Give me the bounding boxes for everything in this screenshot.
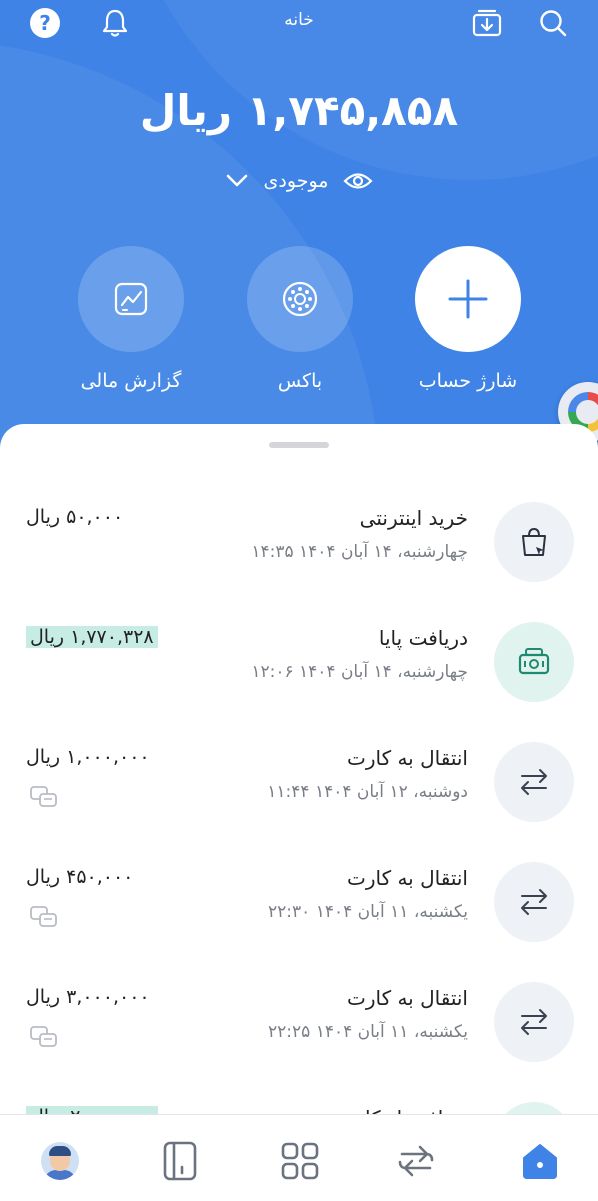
page-title: خانه	[284, 10, 314, 30]
note-icon	[30, 786, 57, 807]
transaction-date: چهارشنبه، ۱۴ آبان ۱۴۰۴ ۱۲:۰۶	[251, 662, 468, 682]
search-icon[interactable]	[536, 6, 570, 40]
balance-row: موجودی	[0, 166, 598, 196]
transfer-icon[interactable]	[394, 1139, 438, 1183]
home-icon[interactable]	[518, 1139, 562, 1183]
transaction-amount: ۴۵۰,۰۰۰ ریال	[26, 866, 134, 888]
note-icon	[30, 906, 57, 927]
drag-handle[interactable]	[269, 442, 329, 448]
transaction-amount: ۱,۰۰۰,۰۰۰ ریال	[26, 746, 150, 768]
charge-account-label: شارژ حساب	[418, 370, 518, 392]
card-icon[interactable]	[158, 1139, 202, 1183]
bank-icon	[494, 622, 574, 702]
transaction-date: یکشنبه، ۱۱ آبان ۱۴۰۴ ۲۲:۳۰	[268, 902, 468, 922]
transfer-arrows-icon	[494, 742, 574, 822]
apps-grid-icon[interactable]	[278, 1139, 322, 1183]
top-bar: ? خانه	[0, 0, 598, 46]
profile-avatar[interactable]	[38, 1139, 82, 1183]
transaction-title: خرید اینترنتی	[359, 506, 468, 530]
box-icon	[247, 246, 353, 352]
box-button[interactable]: باکس	[220, 246, 380, 392]
transfer-arrows-icon	[494, 982, 574, 1062]
download-icon[interactable]	[470, 6, 504, 40]
transaction-date: دوشنبه، ۱۲ آبان ۱۴۰۴ ۱۱:۴۴	[267, 782, 468, 802]
transaction-date: چهارشنبه، ۱۴ آبان ۱۴۰۴ ۱۴:۳۵	[251, 542, 468, 562]
note-icon	[30, 1026, 57, 1047]
avatar	[41, 1142, 79, 1180]
financial-report-label: گزارش مالی	[80, 370, 182, 392]
transaction-row[interactable]: دریافت پایا چهارشنبه، ۱۴ آبان ۱۴۰۴ ۱۲:۰۶…	[0, 606, 598, 726]
transaction-date: یکشنبه، ۱۱ آبان ۱۴۰۴ ۲۲:۲۵	[268, 1022, 468, 1042]
transaction-row[interactable]: انتقال به کارت یکشنبه، ۱۱ آبان ۱۴۰۴ ۲۲:۳…	[0, 846, 598, 966]
transaction-title: انتقال به کارت	[346, 746, 468, 770]
transfer-arrows-icon	[494, 862, 574, 942]
transaction-title: انتقال به کارت	[346, 866, 468, 890]
charge-account-button[interactable]: شارژ حساب	[388, 246, 548, 392]
eye-icon[interactable]	[342, 168, 374, 194]
transaction-row[interactable]: خرید اینترنتی چهارشنبه، ۱۴ آبان ۱۴۰۴ ۱۴:…	[0, 486, 598, 606]
transactions-sheet: خرید اینترنتی چهارشنبه، ۱۴ آبان ۱۴۰۴ ۱۴:…	[0, 424, 598, 1124]
balance-amount: ۱,۷۴۵,۸۵۸ ریال	[139, 86, 459, 135]
header: ? خانه ۱,۷۴۵,۸۵۸ ریال موجودی شارژ حساب ب…	[0, 0, 598, 460]
bottom-navigation	[0, 1114, 598, 1201]
financial-report-button[interactable]: گزارش مالی	[51, 246, 211, 392]
transaction-title: دریافت پایا	[378, 626, 468, 650]
chart-icon	[78, 246, 184, 352]
transaction-amount: ۵۰,۰۰۰ ریال	[26, 506, 124, 528]
transaction-row[interactable]: انتقال به کارت یکشنبه، ۱۱ آبان ۱۴۰۴ ۲۲:۲…	[0, 966, 598, 1086]
balance-label: موجودی	[263, 170, 329, 192]
shopping-bag-icon	[494, 502, 574, 582]
transaction-row[interactable]: انتقال به کارت دوشنبه، ۱۲ آبان ۱۴۰۴ ۱۱:۴…	[0, 726, 598, 846]
plus-icon	[415, 246, 521, 352]
transaction-amount: ۱,۷۷۰,۳۲۸ ریال	[26, 626, 158, 648]
bell-icon[interactable]	[98, 6, 132, 40]
transaction-title: انتقال به کارت	[346, 986, 468, 1010]
transaction-amount: ۳,۰۰۰,۰۰۰ ریال	[26, 986, 150, 1008]
box-label: باکس	[277, 370, 323, 392]
chevron-down-icon[interactable]	[224, 168, 250, 194]
help-icon[interactable]: ?	[28, 6, 62, 40]
